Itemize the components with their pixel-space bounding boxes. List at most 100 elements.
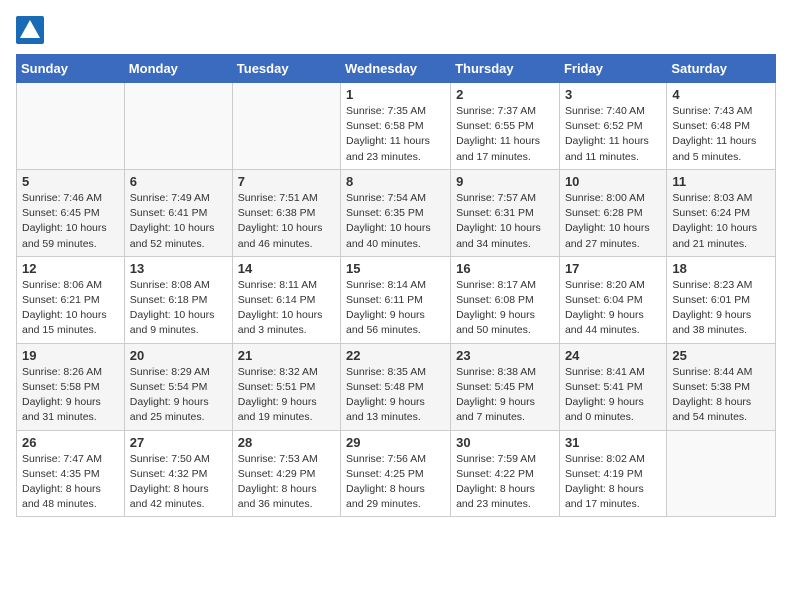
calendar-cell: 14 Sunrise: 8:11 AM Sunset: 6:14 PM Dayli… <box>232 256 340 343</box>
weekday-header: Wednesday <box>341 55 451 83</box>
day-number: 27 <box>130 435 227 450</box>
weekday-header: Monday <box>124 55 232 83</box>
calendar-cell <box>667 430 776 517</box>
calendar-cell: 31 Sunrise: 8:02 AM Sunset: 4:19 PM Dayli… <box>559 430 666 517</box>
day-info: Sunrise: 8:14 AM Sunset: 6:11 PM Dayligh… <box>346 278 445 339</box>
day-info: Sunrise: 7:40 AM Sunset: 6:52 PM Dayligh… <box>565 104 661 165</box>
calendar-cell: 30 Sunrise: 7:59 AM Sunset: 4:22 PM Dayli… <box>451 430 560 517</box>
day-info: Sunrise: 7:59 AM Sunset: 4:22 PM Dayligh… <box>456 452 554 513</box>
calendar-cell: 12 Sunrise: 8:06 AM Sunset: 6:21 PM Dayli… <box>17 256 125 343</box>
weekday-header: Sunday <box>17 55 125 83</box>
calendar-week-row: 12 Sunrise: 8:06 AM Sunset: 6:21 PM Dayli… <box>17 256 776 343</box>
calendar-cell <box>17 83 125 170</box>
day-info: Sunrise: 8:20 AM Sunset: 6:04 PM Dayligh… <box>565 278 661 339</box>
day-number: 13 <box>130 261 227 276</box>
calendar-cell: 8Sunrise: 7:54 AM Sunset: 6:35 PM Daylig… <box>341 169 451 256</box>
calendar-cell: 29Sunrise: 7:56 AM Sunset: 4:25 PM Dayli… <box>341 430 451 517</box>
day-number: 31 <box>565 435 661 450</box>
day-number: 21 <box>238 348 335 363</box>
day-info: Sunrise: 7:53 AM Sunset: 4:29 PM Dayligh… <box>238 452 335 513</box>
day-info: Sunrise: 8:02 AM Sunset: 4:19 PM Dayligh… <box>565 452 661 513</box>
calendar-cell: 23 Sunrise: 8:38 AM Sunset: 5:45 PM Dayli… <box>451 343 560 430</box>
day-number: 25 <box>672 348 770 363</box>
day-number: 4 <box>672 87 770 102</box>
day-info: Sunrise: 7:49 AM Sunset: 6:41 PM Dayligh… <box>130 191 227 252</box>
day-info: Sunrise: 8:44 AM Sunset: 5:38 PM Dayligh… <box>672 365 770 426</box>
calendar-cell: 18 Sunrise: 8:23 AM Sunset: 6:01 PM Dayli… <box>667 256 776 343</box>
weekday-header: Tuesday <box>232 55 340 83</box>
day-info: Sunrise: 7:46 AM Sunset: 6:45 PM Dayligh… <box>22 191 119 252</box>
day-info: Sunrise: 7:51 AM Sunset: 6:38 PM Dayligh… <box>238 191 335 252</box>
calendar-week-row: 5 Sunrise: 7:46 AM Sunset: 6:45 PM Daylig… <box>17 169 776 256</box>
day-number: 3 <box>565 87 661 102</box>
logo <box>16 16 48 44</box>
calendar-cell: 5 Sunrise: 7:46 AM Sunset: 6:45 PM Daylig… <box>17 169 125 256</box>
day-info: Sunrise: 7:35 AM Sunset: 6:58 PM Dayligh… <box>346 104 445 165</box>
day-info: Sunrise: 8:17 AM Sunset: 6:08 PM Dayligh… <box>456 278 554 339</box>
day-number: 15 <box>346 261 445 276</box>
day-number: 10 <box>565 174 661 189</box>
calendar-cell: 10 Sunrise: 8:00 AM Sunset: 6:28 PM Dayli… <box>559 169 666 256</box>
day-number: 5 <box>22 174 119 189</box>
day-info: Sunrise: 8:03 AM Sunset: 6:24 PM Dayligh… <box>672 191 770 252</box>
day-number: 30 <box>456 435 554 450</box>
calendar-cell: 6 Sunrise: 7:49 AM Sunset: 6:41 PM Daylig… <box>124 169 232 256</box>
weekday-header: Saturday <box>667 55 776 83</box>
calendar-cell: 4 Sunrise: 7:43 AM Sunset: 6:48 PM Daylig… <box>667 83 776 170</box>
calendar-cell <box>124 83 232 170</box>
calendar-cell: 11 Sunrise: 8:03 AM Sunset: 6:24 PM Dayli… <box>667 169 776 256</box>
calendar-cell: 3 Sunrise: 7:40 AM Sunset: 6:52 PM Daylig… <box>559 83 666 170</box>
day-number: 9 <box>456 174 554 189</box>
logo-icon <box>16 16 44 44</box>
day-info: Sunrise: 8:06 AM Sunset: 6:21 PM Dayligh… <box>22 278 119 339</box>
day-number: 7 <box>238 174 335 189</box>
day-number: 22 <box>346 348 445 363</box>
day-info: Sunrise: 7:50 AM Sunset: 4:32 PM Dayligh… <box>130 452 227 513</box>
calendar-cell: 15 Sunrise: 8:14 AM Sunset: 6:11 PM Dayli… <box>341 256 451 343</box>
page-header <box>16 16 776 44</box>
calendar-cell: 17 Sunrise: 8:20 AM Sunset: 6:04 PM Dayli… <box>559 256 666 343</box>
calendar-cell: 20Sunrise: 8:29 AM Sunset: 5:54 PM Dayli… <box>124 343 232 430</box>
calendar-cell: 19Sunrise: 8:26 AM Sunset: 5:58 PM Dayli… <box>17 343 125 430</box>
day-info: Sunrise: 7:47 AM Sunset: 4:35 PM Dayligh… <box>22 452 119 513</box>
day-info: Sunrise: 8:29 AM Sunset: 5:54 PM Dayligh… <box>130 365 227 426</box>
day-number: 11 <box>672 174 770 189</box>
calendar-cell: 26Sunrise: 7:47 AM Sunset: 4:35 PM Dayli… <box>17 430 125 517</box>
day-number: 17 <box>565 261 661 276</box>
day-number: 6 <box>130 174 227 189</box>
day-number: 14 <box>238 261 335 276</box>
calendar-cell: 27 Sunrise: 7:50 AM Sunset: 4:32 PM Dayli… <box>124 430 232 517</box>
calendar-cell: 24 Sunrise: 8:41 AM Sunset: 5:41 PM Dayli… <box>559 343 666 430</box>
day-info: Sunrise: 8:26 AM Sunset: 5:58 PM Dayligh… <box>22 365 119 426</box>
calendar-cell: 13Sunrise: 8:08 AM Sunset: 6:18 PM Dayli… <box>124 256 232 343</box>
calendar-cell: 28 Sunrise: 7:53 AM Sunset: 4:29 PM Dayli… <box>232 430 340 517</box>
calendar-cell: 1 Sunrise: 7:35 AM Sunset: 6:58 PM Daylig… <box>341 83 451 170</box>
day-number: 18 <box>672 261 770 276</box>
day-number: 28 <box>238 435 335 450</box>
calendar-cell: 21 Sunrise: 8:32 AM Sunset: 5:51 PM Dayli… <box>232 343 340 430</box>
day-number: 24 <box>565 348 661 363</box>
day-info: Sunrise: 8:38 AM Sunset: 5:45 PM Dayligh… <box>456 365 554 426</box>
day-info: Sunrise: 8:23 AM Sunset: 6:01 PM Dayligh… <box>672 278 770 339</box>
calendar-week-row: 19Sunrise: 8:26 AM Sunset: 5:58 PM Dayli… <box>17 343 776 430</box>
day-info: Sunrise: 8:32 AM Sunset: 5:51 PM Dayligh… <box>238 365 335 426</box>
day-info: Sunrise: 7:56 AM Sunset: 4:25 PM Dayligh… <box>346 452 445 513</box>
day-info: Sunrise: 8:41 AM Sunset: 5:41 PM Dayligh… <box>565 365 661 426</box>
day-info: Sunrise: 7:43 AM Sunset: 6:48 PM Dayligh… <box>672 104 770 165</box>
calendar-cell: 7 Sunrise: 7:51 AM Sunset: 6:38 PM Daylig… <box>232 169 340 256</box>
day-info: Sunrise: 8:00 AM Sunset: 6:28 PM Dayligh… <box>565 191 661 252</box>
weekday-header: Friday <box>559 55 666 83</box>
day-number: 12 <box>22 261 119 276</box>
calendar-cell: 2Sunrise: 7:37 AM Sunset: 6:55 PM Daylig… <box>451 83 560 170</box>
day-number: 23 <box>456 348 554 363</box>
calendar-cell: 16 Sunrise: 8:17 AM Sunset: 6:08 PM Dayli… <box>451 256 560 343</box>
day-info: Sunrise: 7:54 AM Sunset: 6:35 PM Dayligh… <box>346 191 445 252</box>
calendar-table: SundayMondayTuesdayWednesdayThursdayFrid… <box>16 54 776 517</box>
day-number: 1 <box>346 87 445 102</box>
calendar-cell: 25 Sunrise: 8:44 AM Sunset: 5:38 PM Dayli… <box>667 343 776 430</box>
day-info: Sunrise: 7:37 AM Sunset: 6:55 PM Dayligh… <box>456 104 554 165</box>
weekday-header: Thursday <box>451 55 560 83</box>
day-number: 16 <box>456 261 554 276</box>
day-info: Sunrise: 8:11 AM Sunset: 6:14 PM Dayligh… <box>238 278 335 339</box>
calendar-week-row: 1 Sunrise: 7:35 AM Sunset: 6:58 PM Daylig… <box>17 83 776 170</box>
